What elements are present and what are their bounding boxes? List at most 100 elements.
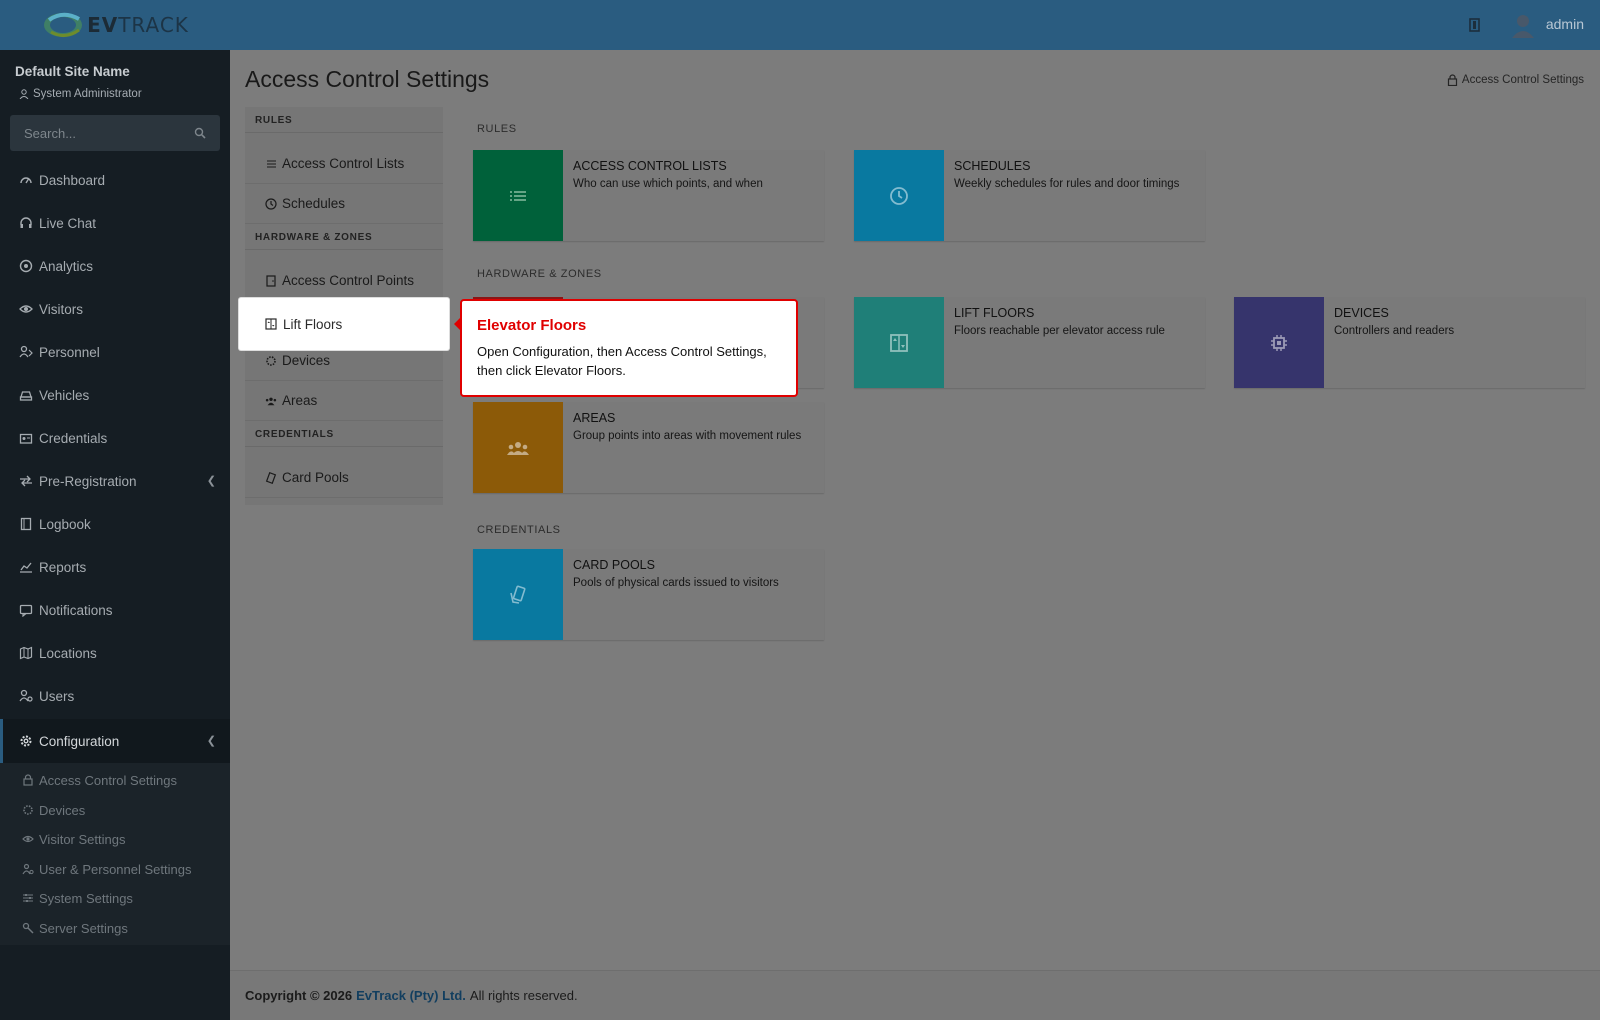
tile-areas [473,402,563,493]
footer: Copyright © 2026 EvTrack (Pty) Ltd. All … [230,970,1600,1020]
sidebar-item-vehicles[interactable]: Vehicles [0,373,230,417]
sidebar-item-dashboard[interactable]: Dashboard [0,158,230,202]
divider [245,249,443,250]
search-icon[interactable] [194,127,206,139]
top-header: admin [230,0,1600,50]
submenu-visitor-settings[interactable]: Visitor Settings [22,824,125,854]
card-card-pools[interactable]: Card Pools Pools of physical cards issue… [473,549,824,640]
chip-icon [23,805,33,815]
page-title: Access Control Settings [245,66,490,92]
avatar[interactable] [1510,12,1536,38]
sidebar-item-visitors[interactable]: Visitors [0,287,230,331]
book-icon [20,517,32,531]
elevator-icon [265,318,277,330]
card-description: Floors reachable per elevator access rul… [954,325,1165,337]
gear-icon [20,735,32,747]
arrows-icon [20,475,32,487]
nav-item-access-control-points[interactable]: Access Control Points [245,261,443,301]
elevator-icon [890,333,908,352]
eye-icon [22,835,34,843]
user-icon [19,89,29,99]
configuration-submenu: Access Control Settings Devices Visitor … [0,763,230,945]
sidebar-item-personnel[interactable]: Personnel [0,330,230,374]
logo-text: EVTRACK [87,13,189,37]
divider [245,446,443,447]
car-icon [19,391,33,401]
nav-item-lift-floors[interactable]: Lift Floors [239,298,449,350]
sidebar-item-live-chat[interactable]: Live Chat [0,201,230,245]
card-title: Card Pools [573,558,655,572]
nav-section-rules: RULES [255,115,293,126]
card-description: Who can use which points, and when [573,178,763,190]
submenu-server-settings[interactable]: Server Settings [22,913,128,943]
sidebar-item-notifications[interactable]: Notifications [0,588,230,632]
card-title: Areas [573,411,616,425]
divider [245,132,443,133]
group-icon [507,441,529,455]
user-role: System Administrator [19,88,142,100]
sidebar: Default Site Name System Administrator D… [0,50,230,1020]
sidebar-item-configuration[interactable]: Configuration ❮ [0,719,230,763]
sidebar-item-locations[interactable]: Locations [0,631,230,675]
lock-icon [1447,74,1458,86]
chevron-left-icon[interactable]: ❮ [207,474,216,487]
card-lift-floors[interactable]: Lift Floors Floors reachable per elevato… [854,297,1205,388]
card-title: Lift Floors [954,306,1035,320]
dashboard-icon [20,177,32,184]
tooltip-body: Open Configuration, then Access Control … [477,344,767,378]
breadcrumb[interactable]: Access Control Settings [1447,74,1584,86]
card-areas[interactable]: Areas Group points into areas with movem… [473,402,824,493]
eye-icon [19,305,33,313]
group-icon [265,397,277,405]
chevron-left-icon[interactable]: ❮ [207,734,216,747]
nav-item-access-control-lists[interactable]: Access Control Lists [245,144,443,184]
submenu-access-control-settings[interactable]: Access Control Settings [22,765,177,795]
nav-item-schedules[interactable]: Schedules [245,184,443,224]
company-link[interactable]: EvTrack (Pty) Ltd. [356,988,466,1003]
search-box[interactable] [10,115,220,151]
main-content: Access Control Settings Access Control S… [230,50,1600,970]
sidebar-item-credentials[interactable]: Credentials [0,416,230,460]
card-description: Group points into areas with movement ru… [573,430,802,442]
list-icon [510,190,526,201]
submenu-system-settings[interactable]: System Settings [22,883,133,913]
tile-card-pools [473,549,563,640]
users-icon [19,689,33,702]
section-label-hardware-zones: HARDWARE & ZONES [477,268,602,280]
user-menu[interactable]: admin [1546,16,1584,32]
tile-access-control-lists [473,150,563,241]
nav-section-credentials: CREDENTIALS [255,429,334,440]
submenu-devices[interactable]: Devices [22,795,85,825]
sidebar-item-pre-registration[interactable]: Pre-Registration ❮ [0,459,230,503]
tooltip-arrow [454,317,461,331]
door-icon [266,274,276,287]
server-icon [22,922,34,934]
user-gear-icon [22,863,34,875]
card-access-control-lists[interactable]: Access Control Lists Who can use which p… [473,150,824,241]
copyright-text: Copyright © 2026 [245,988,353,1003]
sidebar-item-analytics[interactable]: Analytics [0,244,230,288]
nav-item-areas[interactable]: Areas [245,381,443,421]
chart-icon [20,562,32,573]
door-icon[interactable] [1468,18,1482,32]
section-label-rules: RULES [477,123,517,135]
clock-icon [890,186,908,205]
tile-schedules [854,150,944,241]
personnel-icon [19,345,33,358]
sidebar-item-reports[interactable]: Reports [0,545,230,589]
sidebar-item-users[interactable]: Users [0,674,230,718]
sidebar-item-logbook[interactable]: Logbook [0,502,230,546]
card-schedules[interactable]: Schedules Weekly schedules for rules and… [854,150,1205,241]
notification-icon [19,604,33,617]
search-input[interactable] [24,125,174,141]
logo[interactable]: EVTRACK [0,0,230,50]
id-card-icon [19,433,33,444]
app-root: EVTRACK admin Default Site Name System A… [0,0,1600,1020]
submenu-user-personnel-settings[interactable]: User & Personnel Settings [22,854,191,884]
card-description: Weekly schedules for rules and door timi… [954,178,1180,190]
card-title: Schedules [954,159,1031,173]
nav-item-card-pools[interactable]: Card Pools [245,458,443,498]
chip-icon [1271,334,1287,351]
card-devices[interactable]: Devices Controllers and readers [1234,297,1585,388]
section-label-credentials: CREDENTIALS [477,524,561,536]
